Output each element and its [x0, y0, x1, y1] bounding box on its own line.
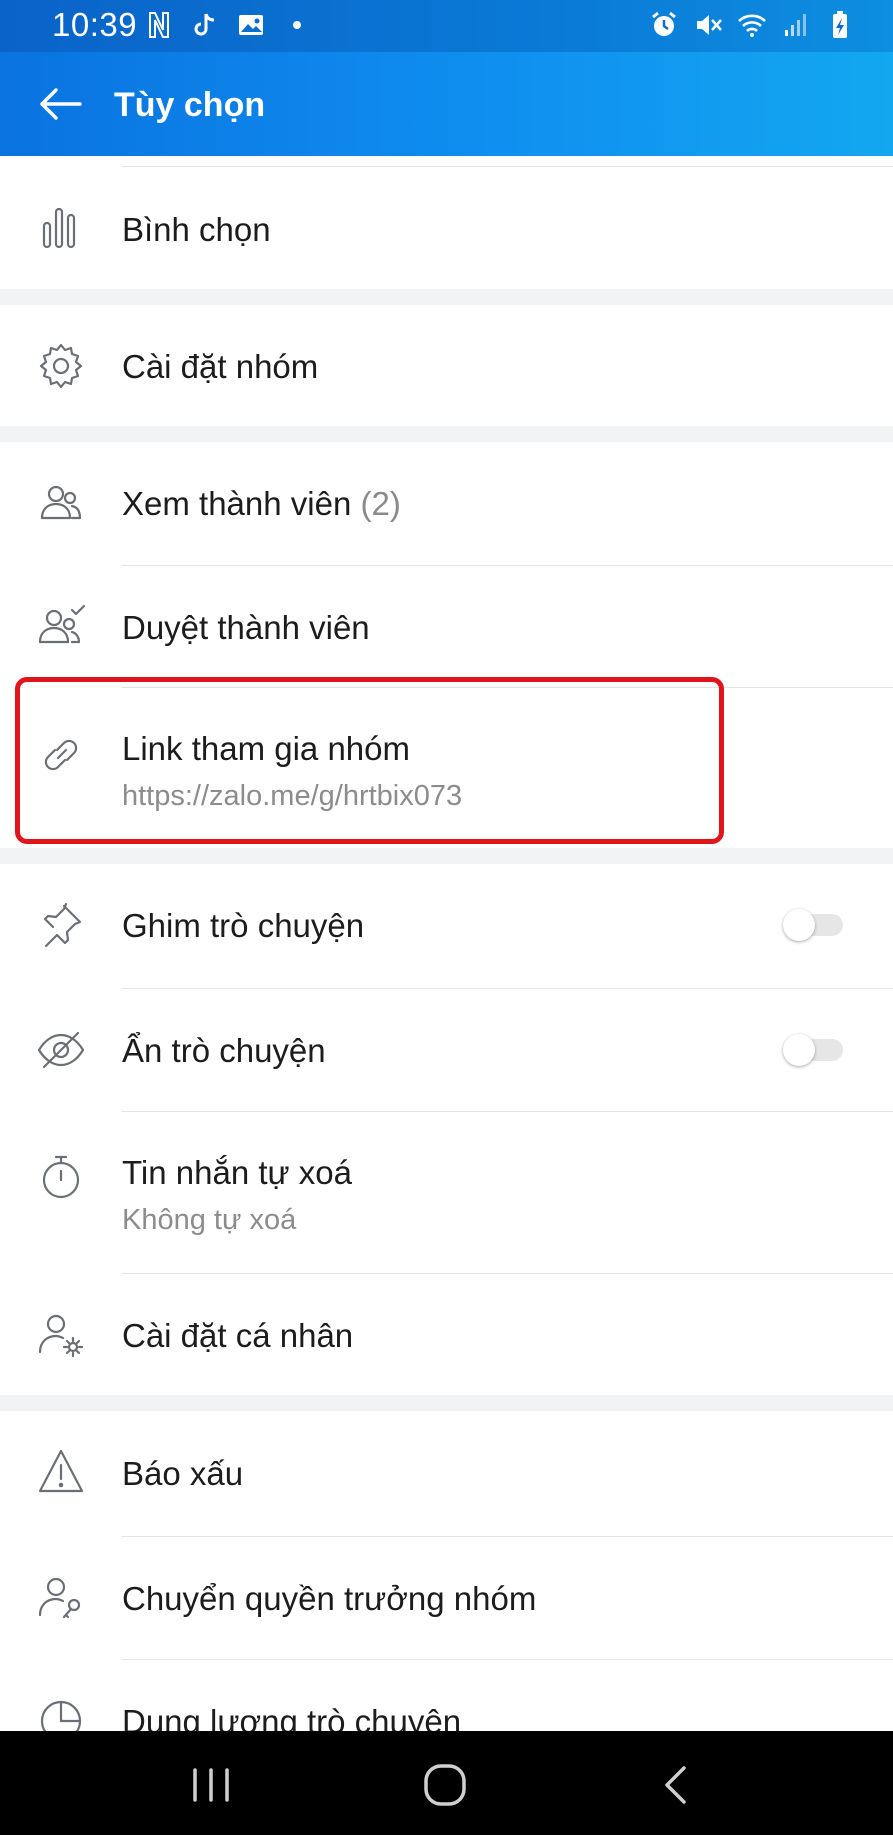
- menu-item-label: Báo xấu: [122, 1455, 244, 1492]
- back-arrow-icon[interactable]: [36, 82, 86, 126]
- section-gap: [0, 848, 893, 864]
- warning-icon: [38, 1449, 84, 1493]
- menu-item-report[interactable]: Báo xấu: [0, 1411, 893, 1533]
- menu-item-poll[interactable]: Bình chọn: [0, 167, 893, 289]
- menu-item-transfer-owner[interactable]: Chuyển quyền trưởng nhóm: [0, 1537, 893, 1658]
- pie-chart-icon: [40, 1700, 82, 1731]
- member-count: (2): [360, 485, 401, 522]
- menu-item-label: Ghim trò chuyện: [122, 907, 365, 944]
- person-gear-icon: [38, 1314, 84, 1358]
- menu-item-label: Duyệt thành viên: [122, 609, 370, 646]
- menu-item-group-settings[interactable]: Cài đặt nhóm: [0, 305, 893, 426]
- highlight-box: [15, 677, 724, 844]
- back-icon[interactable]: [652, 1765, 702, 1805]
- section-gap: [0, 289, 893, 305]
- tiktok-icon: [194, 13, 215, 36]
- options-list: Bình chọn Cài đặt nhóm Xem thành viên (2…: [0, 156, 893, 1731]
- system-nav-bar: [0, 1731, 893, 1835]
- home-icon[interactable]: [420, 1764, 470, 1806]
- menu-item-hide-chat[interactable]: Ẩn trò chuyện: [0, 989, 893, 1110]
- mute-icon: [697, 15, 722, 35]
- netflix-n-icon: [149, 12, 169, 38]
- people-check-icon: [38, 604, 86, 644]
- status-time: 10:39: [52, 6, 138, 43]
- menu-item-personal-settings[interactable]: Cài đặt cá nhân: [0, 1274, 893, 1395]
- battery-charging-icon: [833, 11, 847, 38]
- menu-item-view-members[interactable]: Xem thành viên (2): [0, 442, 893, 563]
- poll-bars-icon: [42, 207, 76, 249]
- pin-chat-toggle[interactable]: [783, 909, 847, 941]
- wifi-icon: [738, 14, 766, 37]
- alarm-icon: [652, 11, 676, 36]
- gallery-icon: [239, 15, 263, 35]
- hide-chat-toggle[interactable]: [783, 1034, 847, 1066]
- timer-icon: [42, 1155, 80, 1199]
- menu-item-approve-members[interactable]: Duyệt thành viên: [0, 566, 893, 687]
- menu-item-auto-delete[interactable]: Tin nhắn tự xoá Không tự xoá: [0, 1112, 893, 1273]
- section-gap: [0, 426, 893, 442]
- menu-item-pin-chat[interactable]: Ghim trò chuyện: [0, 864, 893, 985]
- section-gap: [0, 1395, 893, 1411]
- page-title: Tùy chọn: [114, 86, 266, 124]
- eye-off-icon: [37, 1031, 85, 1069]
- signal-icon: [785, 14, 806, 36]
- view-members-text: Xem thành viên: [122, 485, 352, 522]
- toggle-knob: [783, 909, 815, 941]
- auto-delete-value: Không tự xoá: [122, 1204, 297, 1236]
- menu-item-label: Tin nhắn tự xoá: [122, 1154, 353, 1191]
- menu-item-storage[interactable]: Dung lượng trò chuyện: [0, 1660, 893, 1731]
- person-key-icon: [38, 1577, 81, 1619]
- gear-icon: [39, 343, 83, 389]
- menu-item-label: Cài đặt nhóm: [122, 348, 319, 385]
- menu-item-label: Bình chọn: [122, 211, 271, 248]
- people-icon: [40, 485, 82, 520]
- menu-item-label: Dung lượng trò chuyện: [122, 1703, 462, 1731]
- pin-icon: [43, 902, 82, 948]
- recent-apps-icon[interactable]: [186, 1765, 236, 1805]
- toggle-knob: [783, 1034, 815, 1066]
- dot-icon: [293, 21, 301, 29]
- menu-item-label: Chuyển quyền trưởng nhóm: [122, 1580, 537, 1617]
- menu-item-label: Xem thành viên (2): [122, 485, 401, 523]
- menu-item-label: Cài đặt cá nhân: [122, 1317, 354, 1354]
- app-header: Tùy chọn: [0, 52, 893, 156]
- status-bar: 10:39: [0, 0, 893, 52]
- menu-item-label: Ẩn trò chuyện: [122, 1032, 326, 1069]
